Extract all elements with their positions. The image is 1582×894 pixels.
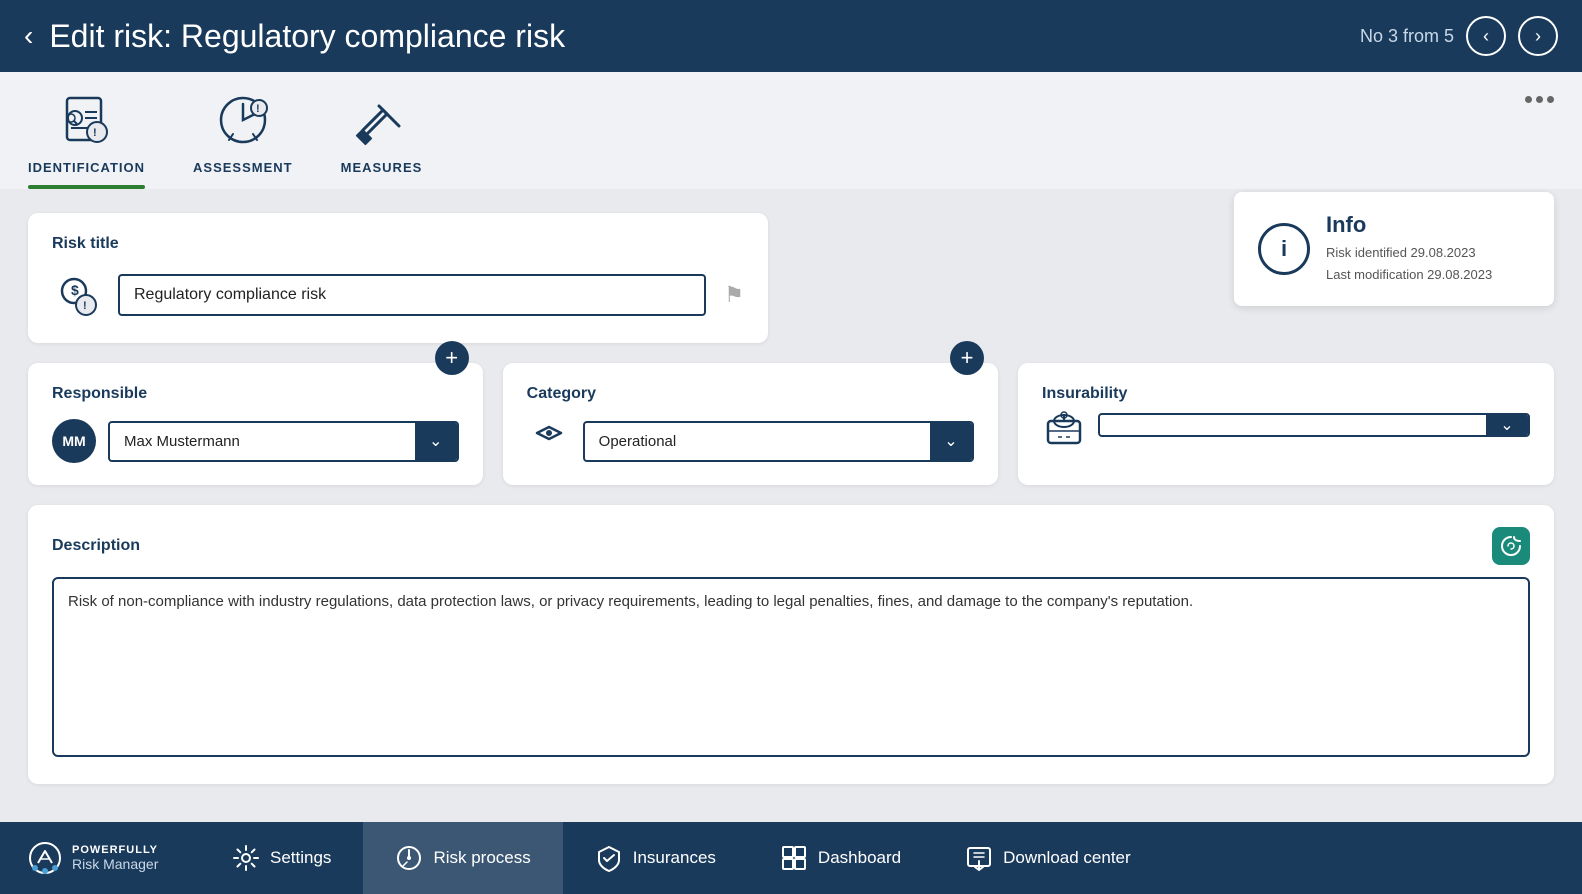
tab-identification[interactable]: ! IDENTIFICATION xyxy=(28,88,145,189)
dashboard-label: Dashboard xyxy=(818,848,901,868)
download-center-label: Download center xyxy=(1003,848,1131,868)
risk-title-card: Risk title $ ! ⚑ xyxy=(28,213,768,343)
tab-active-indicator xyxy=(28,185,145,189)
category-field-row: Operational ⌄ xyxy=(527,419,974,463)
nav-settings[interactable]: Settings xyxy=(200,822,363,894)
page-title: Edit risk: Regulatory compliance risk xyxy=(49,18,1360,55)
description-label: Description xyxy=(52,537,140,555)
settings-icon xyxy=(232,844,260,872)
more-options[interactable] xyxy=(1525,88,1554,103)
risk-title-input[interactable] xyxy=(118,274,706,316)
step-tabs: ! IDENTIFICATION ! ASSESSMENT xyxy=(28,88,422,189)
page-counter: No 3 from 5 xyxy=(1360,26,1454,47)
category-dropdown-arrow[interactable]: ⌄ xyxy=(930,423,972,460)
dashboard-icon xyxy=(780,844,808,872)
info-card: i Info Risk identified 29.08.2023 Last m… xyxy=(1234,192,1554,306)
nav-dashboard[interactable]: Dashboard xyxy=(748,822,933,894)
insurability-label: Insurability xyxy=(1042,385,1127,402)
measures-icon xyxy=(349,88,413,152)
header-nav: No 3 from 5 ‹ › xyxy=(1360,16,1558,56)
category-icon xyxy=(527,419,571,463)
back-button[interactable]: ‹ xyxy=(24,20,33,52)
risk-process-label: Risk process xyxy=(433,848,530,868)
insurability-select[interactable]: ⌄ xyxy=(1098,413,1530,437)
insurability-value xyxy=(1100,415,1486,435)
settings-label: Settings xyxy=(270,848,331,868)
tab-identification-label: IDENTIFICATION xyxy=(28,160,145,175)
download-center-icon xyxy=(965,844,993,872)
bottom-nav: POWERFULLY Risk Manager Settings Risk pr… xyxy=(0,822,1582,894)
svg-text:!: ! xyxy=(93,127,97,139)
brand-sub: Risk Manager xyxy=(72,856,158,872)
insurances-label: Insurances xyxy=(633,848,716,868)
tab-assessment-label: ASSESSMENT xyxy=(193,160,293,175)
responsible-dropdown-arrow[interactable]: ⌄ xyxy=(415,423,457,460)
add-category-button[interactable]: + xyxy=(950,341,984,375)
info-icon: i xyxy=(1258,223,1310,275)
category-value: Operational xyxy=(585,423,930,460)
info-label: Info xyxy=(1326,212,1492,238)
step-tabs-area: ! IDENTIFICATION ! ASSESSMENT xyxy=(0,72,1582,189)
responsible-value: Max Mustermann xyxy=(110,423,415,460)
insurability-field-row: ⌄ xyxy=(1042,403,1530,447)
brand: POWERFULLY Risk Manager xyxy=(0,841,200,875)
flag-icon: ⚑ xyxy=(724,282,744,308)
dot1 xyxy=(1525,96,1532,103)
risk-title-label: Risk title xyxy=(52,235,744,253)
responsible-select[interactable]: Max Mustermann ⌄ xyxy=(108,421,459,462)
avatar: MM xyxy=(52,419,96,463)
add-responsible-button[interactable]: + xyxy=(435,341,469,375)
description-textarea[interactable] xyxy=(52,577,1530,757)
brand-name: POWERFULLY xyxy=(72,844,158,856)
category-card: Category + Operational ⌄ xyxy=(503,363,998,485)
tab-measures[interactable]: MEASURES xyxy=(341,88,423,189)
info-content: Info Risk identified 29.08.2023 Last mod… xyxy=(1326,212,1492,286)
responsible-label: Responsible xyxy=(52,385,147,403)
header: ‹ Edit risk: Regulatory compliance risk … xyxy=(0,0,1582,72)
next-nav-button[interactable]: › xyxy=(1518,16,1558,56)
fields-row: Responsible + MM Max Mustermann ⌄ Catego… xyxy=(28,363,1554,485)
svg-text:!: ! xyxy=(256,103,260,115)
brand-text: POWERFULLY Risk Manager xyxy=(72,844,158,872)
risk-icon: $ ! xyxy=(52,269,104,321)
nav-download-center[interactable]: Download center xyxy=(933,822,1163,894)
tab-assessment[interactable]: ! ASSESSMENT xyxy=(193,88,293,189)
info-identified: Risk identified 29.08.2023 xyxy=(1326,242,1492,264)
insurability-dropdown-arrow[interactable]: ⌄ xyxy=(1486,415,1528,435)
risk-title-inner: $ ! ⚑ xyxy=(52,269,744,321)
info-modified: Last modification 29.08.2023 xyxy=(1326,264,1492,286)
responsible-card: Responsible + MM Max Mustermann ⌄ xyxy=(28,363,483,485)
dot2 xyxy=(1536,96,1543,103)
dot3 xyxy=(1547,96,1554,103)
description-header: Description xyxy=(52,527,1530,565)
nav-insurances[interactable]: Insurances xyxy=(563,822,748,894)
tab-measures-label: MEASURES xyxy=(341,160,423,175)
assessment-icon: ! xyxy=(211,88,275,152)
svg-text:$: $ xyxy=(71,282,79,298)
category-select[interactable]: Operational ⌄ xyxy=(583,421,974,462)
nav-risk-process[interactable]: Risk process xyxy=(363,822,562,894)
insurances-icon xyxy=(595,844,623,872)
description-card: Description xyxy=(28,505,1554,784)
prev-nav-button[interactable]: ‹ xyxy=(1466,16,1506,56)
insurability-icon xyxy=(1042,403,1086,447)
svg-text:!: ! xyxy=(83,300,87,312)
ai-button[interactable] xyxy=(1492,527,1530,565)
risk-process-icon xyxy=(395,844,423,872)
brand-icon xyxy=(28,841,62,875)
identification-icon: ! xyxy=(55,88,119,152)
insurability-card: Insurability ⌄ xyxy=(1018,363,1554,485)
responsible-field-row: MM Max Mustermann ⌄ xyxy=(52,419,459,463)
category-label: Category xyxy=(527,385,596,403)
